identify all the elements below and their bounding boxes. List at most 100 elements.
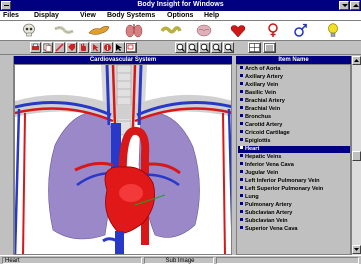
list-item[interactable]: Basilic Vein [240, 90, 276, 97]
pointer-icon [93, 44, 99, 52]
menu-body-systems[interactable]: Body Systems [107, 12, 155, 19]
skull-icon[interactable] [22, 23, 36, 38]
window-title: Body Insight for Windows [137, 1, 224, 8]
list-item-selected[interactable]: Heart [238, 146, 350, 153]
list-item[interactable]: Brachial Vein [240, 106, 280, 113]
list-item[interactable]: Left Inferior Pulmonary Vein [240, 178, 320, 185]
bullet-icon [240, 114, 243, 117]
body-system-icon-bar [0, 21, 361, 41]
cardiovascular-illustration[interactable] [15, 65, 232, 255]
bullet-icon [240, 90, 243, 93]
anatomy-image-pane[interactable] [14, 64, 232, 255]
zoom-region-button[interactable] [125, 42, 137, 53]
arrow-up-icon [354, 59, 359, 62]
item-list[interactable]: Arch of Aorta Axillary Artery Axillary V… [236, 64, 351, 255]
bullet-icon [240, 98, 243, 101]
list-item[interactable]: Arch of Aorta [240, 66, 281, 73]
bullet-icon [240, 154, 243, 157]
zoom-fit-button[interactable] [223, 42, 234, 53]
status-item-name: Heart [2, 257, 142, 264]
left-panel-strip [0, 56, 14, 255]
cursor-button[interactable] [114, 42, 125, 53]
bullet-icon [240, 138, 243, 141]
bullet-icon [240, 130, 243, 133]
image-pane-title: Cardiovascular System [14, 56, 232, 64]
bullet-icon [240, 210, 243, 213]
maximize-button[interactable] [350, 1, 360, 10]
zoom-in-button[interactable] [175, 42, 186, 53]
copy-button[interactable] [42, 42, 53, 53]
list-item[interactable]: Cricoid Cartilage [240, 130, 290, 137]
label-button[interactable] [66, 42, 77, 53]
intestine-icon[interactable] [160, 23, 182, 38]
grid-icon [249, 43, 260, 52]
list-item[interactable]: Left Superior Pulmonary Vein [240, 186, 323, 193]
menu-bar: Files Display View Body Systems Options … [0, 11, 361, 21]
bullet-icon [240, 66, 243, 69]
arrow-down-icon [354, 248, 359, 251]
list-item[interactable]: Superior Vena Cava [240, 226, 298, 233]
scroll-down-button[interactable] [352, 245, 361, 254]
list-item[interactable]: Subclavian Artery [240, 210, 292, 217]
scroll-thumb[interactable] [352, 151, 361, 161]
menu-options[interactable]: Options [167, 12, 193, 19]
list-item[interactable]: Jugular Vein [240, 170, 278, 177]
grid-view-button[interactable] [248, 42, 261, 53]
magnifier-icon [224, 43, 233, 52]
male-symbol-icon[interactable] [293, 23, 307, 38]
title-bar: Body Insight for Windows [0, 0, 361, 11]
heart-icon[interactable] [230, 23, 246, 38]
list-item[interactable]: Axillary Vein [240, 82, 278, 89]
female-symbol-icon[interactable] [266, 23, 280, 38]
bullet-icon [240, 106, 243, 109]
bullet-icon [240, 202, 243, 205]
print-icon [32, 43, 39, 50]
hand-button[interactable] [78, 42, 89, 53]
zoom-out-button[interactable] [187, 42, 198, 53]
status-sub-image: Sub Image [144, 257, 214, 264]
print-button[interactable] [30, 42, 41, 53]
status-bar: Heart Sub Image [0, 255, 361, 264]
magnifier-icon [176, 43, 185, 52]
spine-icon[interactable] [53, 23, 75, 38]
tag-icon [68, 44, 75, 51]
toolbar [0, 41, 361, 55]
zoom-4x-button[interactable] [211, 42, 222, 53]
list-item[interactable]: Axillary Artery [240, 74, 283, 81]
list-item[interactable]: Inferior Vena Cava [240, 162, 294, 169]
info-button[interactable] [102, 42, 113, 53]
list-item[interactable]: Subclavian Vein [240, 218, 288, 225]
info-icon [104, 44, 111, 51]
bullet-icon [240, 186, 243, 189]
list-item[interactable]: Pulmonary Artery [240, 202, 292, 209]
menu-files[interactable]: Files [3, 12, 19, 19]
zoom-region-icon [126, 43, 136, 52]
bullet-icon [240, 178, 243, 181]
lungs-icon[interactable] [125, 23, 143, 38]
list-item[interactable]: Bronchus [240, 114, 271, 121]
scroll-up-button[interactable] [352, 56, 361, 65]
list-item[interactable]: Brachial Artery [240, 98, 285, 105]
list-scrollbar[interactable] [351, 56, 361, 255]
zoom-2x-button[interactable] [199, 42, 210, 53]
bullet-icon [240, 218, 243, 221]
list-item[interactable]: Hepatic Veins [240, 154, 281, 161]
bullet-icon [240, 146, 243, 149]
muscle-arm-icon[interactable] [88, 23, 110, 38]
brain-icon[interactable] [196, 23, 212, 38]
draw-button[interactable] [54, 42, 65, 53]
minimize-button[interactable] [339, 1, 349, 10]
pointer-button[interactable] [90, 42, 101, 53]
list-item[interactable]: Epiglottis [240, 138, 270, 145]
magnifier-icon [212, 43, 221, 52]
list-item[interactable]: Lung [240, 194, 259, 201]
list-pane-title: Item Name [236, 56, 351, 64]
list-item[interactable]: Carotid Artery [240, 122, 282, 129]
lightbulb-icon[interactable] [327, 23, 339, 38]
bullet-icon [240, 74, 243, 77]
menu-help[interactable]: Help [204, 12, 219, 19]
bullet-icon [240, 170, 243, 173]
list-view-button[interactable] [263, 42, 276, 53]
menu-view[interactable]: View [80, 12, 96, 19]
menu-display[interactable]: Display [34, 12, 59, 19]
